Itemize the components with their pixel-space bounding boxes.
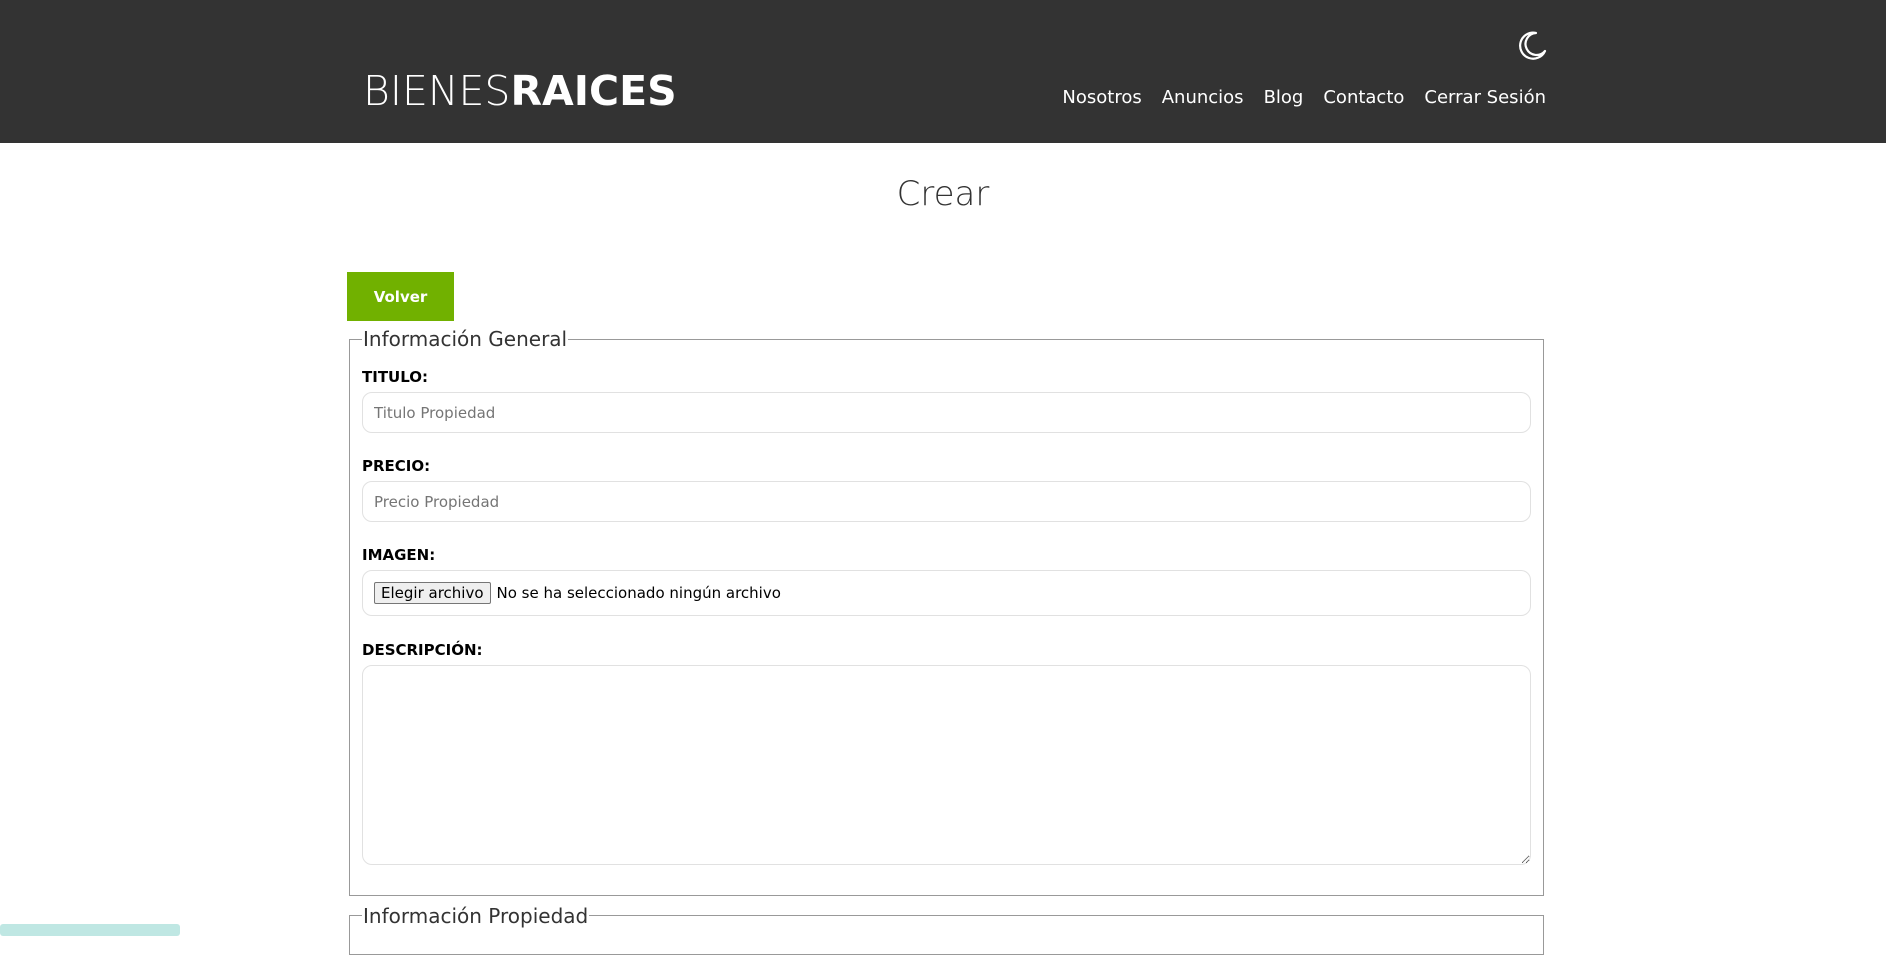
property-info-legend: Información Propiedad [362, 904, 590, 928]
titulo-label: TITULO: [362, 368, 428, 386]
general-info-legend: Información General [362, 327, 569, 351]
moon-icon[interactable] [1516, 30, 1548, 62]
main-navigation: Nosotros Anuncios Blog Contacto Cerrar S… [1042, 86, 1546, 110]
logo-bold-text: RAICES [510, 67, 677, 115]
file-status-text: No se ha seleccionado ningún archivo [496, 584, 781, 602]
nav-link-cerrar-sesion[interactable]: Cerrar Sesión [1424, 86, 1546, 110]
page-title: Crear [896, 174, 990, 214]
site-header: BIENESRAICES Nosotros Anuncios Blog Cont… [0, 0, 1886, 143]
image-file-input: Elegir archivo No se ha seleccionado nin… [362, 570, 1531, 616]
descripcion-textarea[interactable] [362, 665, 1531, 865]
site-logo[interactable]: BIENESRAICES [363, 68, 677, 114]
nav-link-anuncios[interactable]: Anuncios [1162, 86, 1244, 110]
nav-link-nosotros[interactable]: Nosotros [1062, 86, 1141, 110]
debug-toolbar-badge[interactable] [0, 924, 180, 936]
precio-label: PRECIO: [362, 457, 431, 475]
nav-link-blog[interactable]: Blog [1264, 86, 1304, 110]
titulo-input[interactable] [362, 392, 1531, 433]
imagen-label: IMAGEN: [362, 546, 436, 564]
precio-input[interactable] [362, 481, 1531, 522]
descripcion-label: DESCRIPCIÓN: [362, 641, 483, 659]
logo-light-text: BIENES [363, 67, 511, 115]
choose-file-button[interactable]: Elegir archivo [374, 582, 491, 604]
nav-link-contacto[interactable]: Contacto [1323, 86, 1404, 110]
back-button[interactable]: Volver [347, 272, 454, 321]
